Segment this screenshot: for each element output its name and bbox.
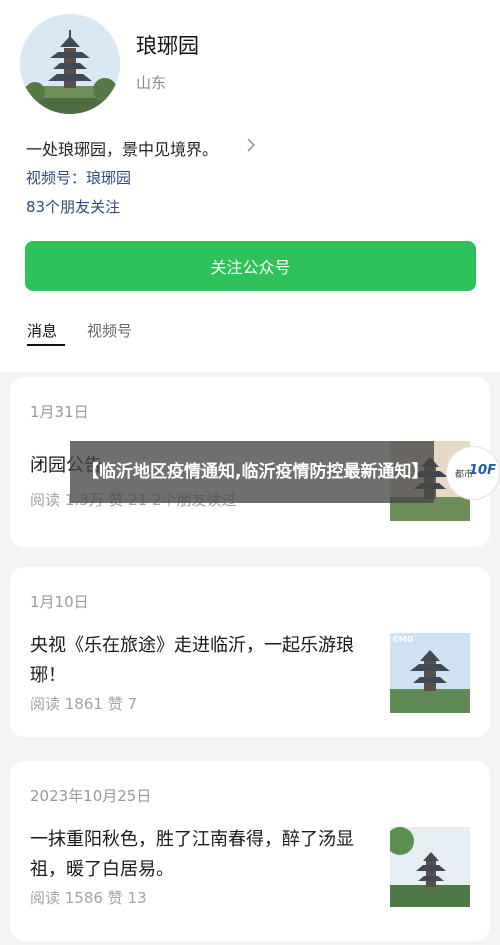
- chevron-right-icon[interactable]: [244, 136, 258, 154]
- post-thumbnail[interactable]: CMG: [390, 633, 470, 713]
- badge-number: 10F: [469, 463, 496, 478]
- post-title[interactable]: 央视《乐在旅途》走进临沂，一起乐游琅琊！: [30, 631, 380, 691]
- account-name: 琅琊园: [136, 34, 199, 58]
- post-title[interactable]: 一抹重阳秋色，胜了江南春得，醉了汤显祖，暖了白居易。: [30, 825, 380, 885]
- post-stats: 阅读 1861 赞 7: [30, 695, 138, 713]
- pagoda-image: [20, 14, 120, 114]
- follow-button[interactable]: 关注公众号: [25, 241, 476, 291]
- post-card[interactable]: 2023年10月25日 一抹重阳秋色，胜了江南春得，醉了汤显祖，暖了白居易。 阅…: [10, 761, 490, 941]
- site-logo-badge: 都市 10F: [446, 446, 500, 500]
- headline-overlay: 【临沂地区疫情通知,临沂疫情防控最新通知】: [70, 441, 434, 503]
- cmg-logo: CMG: [393, 635, 414, 644]
- post-date: 1月31日: [30, 403, 89, 421]
- account-bio[interactable]: 一处琅琊园，景中见境界。: [26, 136, 218, 160]
- headline-text: 【临沂地区疫情通知,临沂疫情防控最新通知】: [82, 462, 429, 482]
- post-stats: 阅读 1586 赞 13: [30, 889, 147, 907]
- active-tab-indicator: [27, 344, 65, 346]
- post-card[interactable]: 1月10日 央视《乐在旅途》走进临沂，一起乐游琅琊！ 阅读 1861 赞 7 C…: [10, 567, 490, 737]
- tab-channels[interactable]: 视频号: [87, 320, 132, 341]
- account-avatar[interactable]: [20, 14, 120, 114]
- post-date: 2023年10月25日: [30, 787, 152, 805]
- tab-messages[interactable]: 消息: [27, 320, 57, 341]
- friends-following-link[interactable]: 83个朋友关注: [26, 196, 120, 217]
- profile-header: 琅琊园 山东 一处琅琊园，景中见境界。 视频号：琅琊园 83个朋友关注 关注公众…: [0, 0, 500, 372]
- pagoda-image: [390, 633, 470, 713]
- channel-link[interactable]: 视频号：琅琊园: [26, 167, 131, 188]
- post-date: 1月10日: [30, 593, 89, 611]
- pagoda-image: [390, 827, 470, 907]
- account-region: 山东: [136, 74, 167, 92]
- post-thumbnail[interactable]: [390, 827, 470, 907]
